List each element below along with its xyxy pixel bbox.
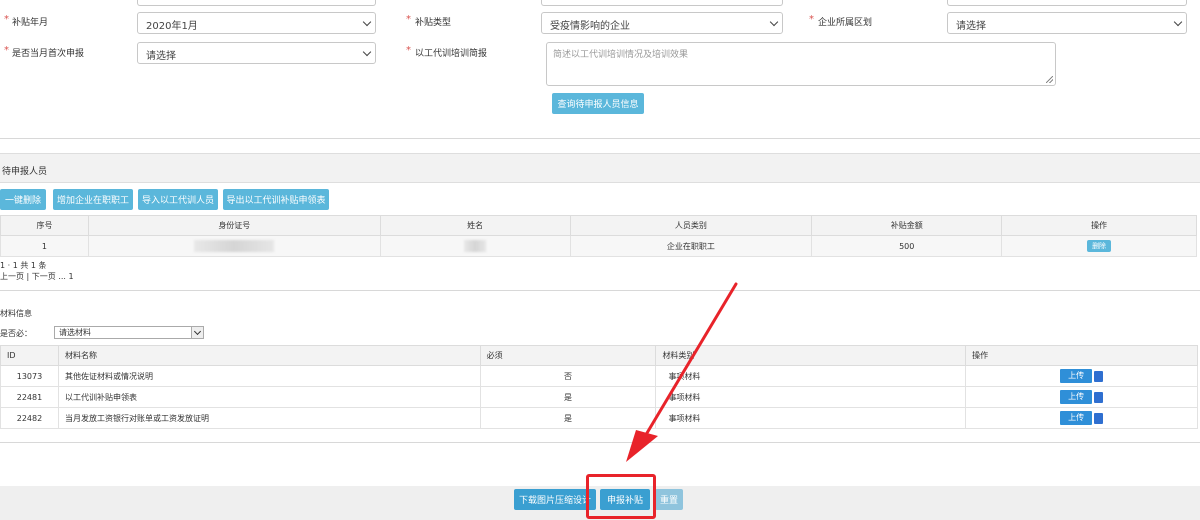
staff-section-header: 待申报人员: [0, 153, 1200, 183]
upload-button[interactable]: 上传: [1060, 369, 1093, 383]
region-value: 请选择: [956, 21, 986, 32]
table-row: 1 企业在职职工 500 删除: [0, 235, 1197, 257]
table-row: 22482 当月发放工资银行对账单或工资发放证明 是 事项材料 上传: [0, 407, 1198, 429]
training-brief-placeholder: 简述以工代训培训情况及培训效果: [553, 50, 689, 60]
top-input-stub-2[interactable]: [541, 0, 783, 6]
cell-id: 13073: [0, 365, 59, 387]
redacted-block: [464, 240, 487, 252]
cell-id: 22481: [0, 386, 59, 408]
delete-row-button[interactable]: 删除: [1087, 240, 1112, 252]
file-icon[interactable]: [1094, 412, 1104, 424]
chevron-down-icon: [769, 17, 779, 27]
required-star: *: [4, 45, 9, 56]
label-subsidy-type: 补贴类型: [415, 18, 452, 28]
materials-filter-label: 是否必：: [0, 329, 32, 338]
delete-all-button[interactable]: 一键删除: [0, 189, 46, 210]
pager-links[interactable]: 上一页 | 下一页 ... 1: [0, 271, 74, 282]
cell-action: 上传: [965, 365, 1198, 387]
cell-action: 上传: [965, 386, 1198, 408]
label-region: 企业所属区划: [818, 18, 873, 28]
col-header: 姓名: [379, 215, 571, 236]
staff-section-title: 待申报人员: [2, 167, 48, 177]
table-row: 22481 以工代训补贴申领表 是 事项材料 上传: [0, 386, 1198, 408]
col-header: 补贴金额: [811, 215, 1003, 236]
materials-table: ID 材料名称 必须 材料类别 操作 13073 其他佐证材料或情况说明 否 事…: [0, 345, 1198, 429]
chevron-down-icon: [362, 47, 372, 57]
col-header: ID: [0, 345, 59, 366]
col-header: 身份证号: [87, 215, 381, 236]
file-icon[interactable]: [1094, 370, 1104, 382]
label-subsidy-month: 补贴年月: [12, 18, 49, 28]
required-star: *: [4, 14, 9, 25]
subsidy-type-value: 受疫情影响的企业: [550, 21, 630, 32]
subsidy-month-value: 2020年1月: [146, 21, 198, 32]
col-header: 材料名称: [57, 345, 481, 366]
label-first-declare: 是否当月首次申报: [12, 49, 85, 59]
annotation-arrow-icon: [626, 282, 738, 462]
divider: [0, 138, 1200, 139]
upload-button[interactable]: 上传: [1060, 411, 1093, 425]
top-input-stub-1[interactable]: [137, 0, 376, 6]
table-row: 13073 其他佐证材料或情况说明 否 事项材料 上传: [0, 365, 1198, 387]
cell-material-name: 当月发放工资银行对账单或工资发放证明: [57, 407, 481, 429]
import-trainees-button[interactable]: 导入以工代训人员: [138, 189, 218, 210]
required-star: *: [809, 14, 814, 25]
file-icon[interactable]: [1094, 391, 1104, 403]
add-employee-button[interactable]: 增加企业在职职工: [53, 189, 133, 210]
cell-name-redacted: [379, 235, 571, 257]
col-header: 操作: [965, 345, 1198, 366]
first-declare-select[interactable]: 请选择: [137, 42, 376, 64]
upload-button[interactable]: 上传: [1060, 390, 1093, 404]
cell-index: 1: [0, 235, 89, 257]
col-header: 操作: [1001, 215, 1197, 236]
required-star: *: [406, 14, 411, 25]
cell-material-name: 以工代训补贴申领表: [57, 386, 481, 408]
region-select[interactable]: 请选择: [947, 12, 1187, 34]
materials-section-title: 材料信息: [0, 309, 32, 318]
download-images-button[interactable]: 下载图片压缩设计: [514, 489, 596, 510]
chevron-down-icon: [362, 17, 372, 27]
top-input-stub-3[interactable]: [947, 0, 1187, 6]
reset-button[interactable]: 重置: [655, 489, 683, 510]
col-header: 人员类别: [569, 215, 813, 236]
pager-summary: 1 · 1 共 1 条: [0, 261, 47, 270]
query-staff-button[interactable]: 查询待申报人员信息: [552, 93, 644, 114]
cell-id: 22482: [0, 407, 59, 429]
cell-id-number-redacted: [87, 235, 381, 257]
resize-grip-icon[interactable]: [1046, 76, 1053, 83]
required-star: *: [406, 45, 411, 56]
table-header-row: ID 材料名称 必须 材料类别 操作: [0, 345, 1198, 366]
highlight-box: [586, 474, 656, 519]
cell-material-name: 其他佐证材料或情况说明: [57, 365, 481, 387]
cell-category: 企业在职职工: [569, 235, 813, 257]
label-training-brief: 以工代训培训简报: [415, 49, 488, 59]
subsidy-month-select[interactable]: 2020年1月: [137, 12, 376, 34]
table-header-row: 序号 身份证号 姓名 人员类别 补贴金额 操作: [0, 215, 1197, 236]
cell-action: 删除: [1001, 235, 1197, 257]
materials-filter-value: 请选材料: [59, 328, 91, 337]
chevron-down-icon: [1173, 17, 1183, 27]
cell-amount: 500: [811, 235, 1003, 257]
chevron-down-icon: [191, 327, 203, 338]
materials-filter-select[interactable]: 请选材料: [54, 326, 204, 339]
training-brief-textarea[interactable]: 简述以工代训培训情况及培训效果: [546, 42, 1056, 86]
subsidy-type-select[interactable]: 受疫情影响的企业: [541, 12, 783, 34]
first-declare-value: 请选择: [146, 51, 176, 62]
col-header: 序号: [0, 215, 89, 236]
export-subsidy-form-button[interactable]: 导出以工代训补贴申领表: [223, 189, 329, 210]
staff-table: 序号 身份证号 姓名 人员类别 补贴金额 操作 1 企业在职职工 500 删除: [0, 215, 1197, 257]
cell-action: 上传: [965, 407, 1198, 429]
redacted-block: [194, 240, 275, 252]
